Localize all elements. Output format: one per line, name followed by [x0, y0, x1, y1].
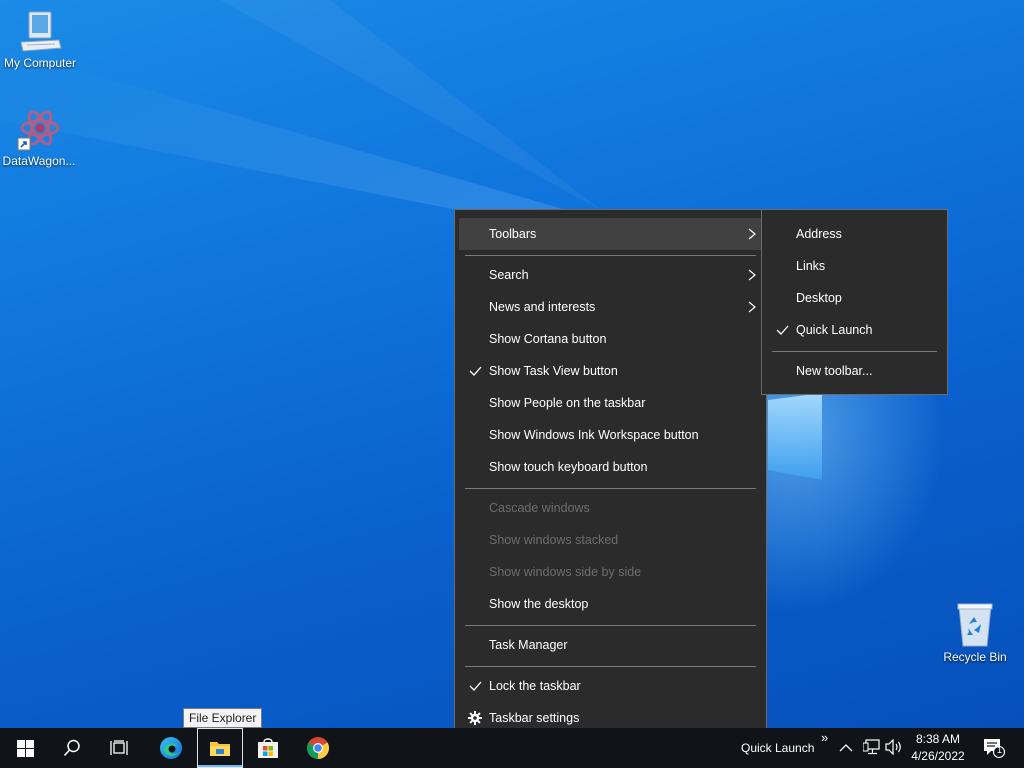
computer-icon [20, 11, 62, 52]
quick-launch-chevron-icon[interactable]: » [821, 730, 828, 745]
store-button[interactable] [245, 728, 291, 768]
action-center-icon[interactable]: 1 [983, 738, 1006, 763]
clock-time: 8:38 AM [915, 732, 961, 746]
menu-separator [465, 625, 756, 626]
edge-button[interactable] [148, 728, 194, 768]
menu-item-label: Quick Launch [796, 323, 873, 337]
menu-item-label: Search [489, 268, 529, 282]
taskbar-clock[interactable]: 8:38 AM 4/26/2022 [906, 731, 970, 765]
menu-item-label: Show People on the taskbar [489, 396, 646, 410]
menu-item-label: Address [796, 227, 842, 241]
submenu-item-desktop[interactable]: Desktop [766, 282, 943, 314]
menu-item-search[interactable]: Search [459, 259, 762, 291]
submenu-item-quick-launch[interactable]: Quick Launch [766, 314, 943, 346]
show-hidden-icons-chevron-icon[interactable] [839, 740, 853, 758]
clock-date: 4/26/2022 [911, 749, 965, 763]
menu-item-toolbars[interactable]: Toolbars [459, 218, 762, 250]
menu-item-label: Lock the taskbar [489, 679, 581, 693]
task-view-button[interactable] [96, 728, 142, 768]
desktop-icon-datawagon[interactable]: DataWagon... [0, 106, 79, 168]
menu-item-label: Task Manager [489, 638, 568, 652]
network-icon[interactable] [862, 739, 881, 760]
menu-item-label: News and interests [489, 300, 596, 314]
menu-item-label: Cascade windows [489, 501, 590, 515]
menu-item-label: Show touch keyboard button [489, 460, 648, 474]
chevron-right-icon [748, 291, 756, 323]
menu-item-show-people[interactable]: Show People on the taskbar [459, 387, 762, 419]
desktop-icon-recycle-bin[interactable]: Recycle Bin [935, 602, 1015, 664]
menu-item-task-manager[interactable]: Task Manager [459, 629, 762, 661]
menu-item-show-the-desktop[interactable]: Show the desktop [459, 588, 762, 620]
file-explorer-button[interactable] [197, 728, 243, 768]
menu-item-label: Links [796, 259, 826, 273]
checkmark-icon [468, 670, 482, 702]
chrome-icon [307, 737, 329, 759]
menu-separator [772, 351, 937, 352]
chevron-right-icon [748, 259, 756, 291]
chrome-button[interactable] [295, 728, 341, 768]
chevron-right-icon [748, 218, 756, 250]
menu-item-show-windows-ink[interactable]: Show Windows Ink Workspace button [459, 419, 762, 451]
menu-item-label: Show windows side by side [489, 565, 642, 579]
app-shortcut-icon [17, 110, 60, 151]
start-button[interactable] [2, 728, 48, 768]
volume-icon[interactable] [885, 738, 903, 760]
store-icon [258, 738, 278, 758]
desktop-icon-label: Recycle Bin [943, 650, 1007, 664]
menu-item-lock-the-taskbar[interactable]: Lock the taskbar [459, 670, 762, 702]
search-icon [63, 739, 80, 757]
file-explorer-tooltip: File Explorer [183, 708, 263, 728]
menu-item-label: Show Cortana button [489, 332, 607, 346]
menu-item-cascade-windows: Cascade windows [459, 492, 762, 524]
menu-separator [465, 666, 756, 667]
menu-item-label: Show Task View button [489, 364, 618, 378]
edge-icon [160, 737, 182, 759]
menu-item-label: Show the desktop [489, 597, 589, 611]
menu-item-label: Taskbar settings [489, 711, 580, 725]
menu-separator [465, 488, 756, 489]
submenu-item-address[interactable]: Address [766, 218, 943, 250]
menu-item-show-touch-keyboard[interactable]: Show touch keyboard button [459, 451, 762, 483]
menu-item-news-and-interests[interactable]: News and interests [459, 291, 762, 323]
menu-item-show-windows-stacked: Show windows stacked [459, 524, 762, 556]
start-icon [16, 739, 34, 757]
menu-item-label: Desktop [796, 291, 842, 305]
toolbars-submenu: Address Links Desktop Quick Launch New t… [761, 209, 948, 395]
menu-item-show-task-view-button[interactable]: Show Task View button [459, 355, 762, 387]
menu-item-show-cortana-button[interactable]: Show Cortana button [459, 323, 762, 355]
menu-item-label: Show Windows Ink Workspace button [489, 428, 699, 442]
menu-item-label: Show windows stacked [489, 533, 619, 547]
taskbar[interactable]: Quick Launch » 8:38 AM 4/26/2022 1 [0, 728, 1024, 768]
menu-item-label: Toolbars [489, 227, 537, 241]
desktop-icon-label: DataWagon... [2, 154, 76, 168]
taskbar-context-menu: Toolbars Search News and interests Show … [454, 209, 767, 743]
menu-item-label: New toolbar... [796, 364, 873, 378]
checkmark-icon [775, 314, 789, 346]
recycle-bin-icon [957, 603, 993, 647]
menu-item-show-windows-side-by-side: Show windows side by side [459, 556, 762, 588]
menu-separator [465, 255, 756, 256]
task-view-icon [110, 740, 128, 755]
desktop-icon-label: My Computer [3, 56, 77, 70]
checkmark-icon [468, 355, 482, 387]
submenu-item-new-toolbar[interactable]: New toolbar... [766, 355, 943, 387]
submenu-item-links[interactable]: Links [766, 250, 943, 282]
search-button[interactable] [49, 728, 95, 768]
desktop-icon-my-computer[interactable]: My Computer [0, 10, 80, 70]
file-explorer-icon [210, 742, 230, 756]
quick-launch-toolbar-label[interactable]: Quick Launch [741, 741, 814, 755]
notification-count: 1 [996, 745, 1002, 755]
